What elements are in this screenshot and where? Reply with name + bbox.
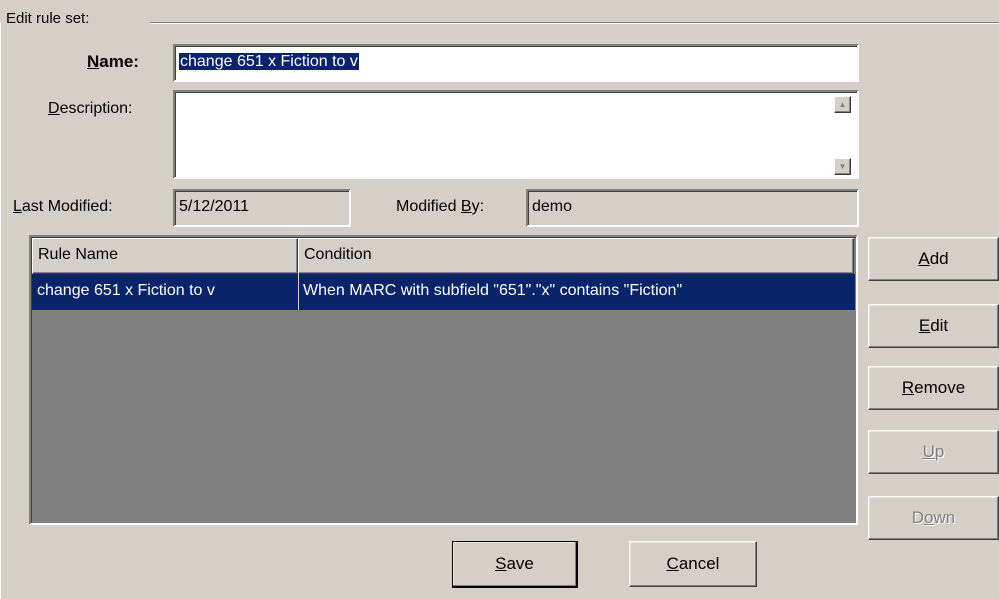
row-divider [298,274,299,310]
edit-button[interactable]: Edit [868,304,999,348]
name-label: Name: [87,52,139,71]
save-button[interactable]: Save [452,541,578,588]
down-button[interactable]: Down [868,496,999,540]
cancel-button[interactable]: Cancel [629,541,757,587]
column-header-rule-name[interactable]: Rule Name [32,238,298,274]
description-label: Description: [48,100,133,117]
rules-list[interactable]: Rule Name Condition change 651 x Fiction… [29,235,858,525]
group-box-border-top [150,22,999,24]
name-field-value: change 651 x Fiction to v [179,53,359,70]
modified-by-field: demo [526,189,859,227]
last-modified-field: 5/12/2011 [173,189,351,227]
last-modified-label: Last Modified: [13,198,113,215]
remove-button[interactable]: Remove [868,366,999,410]
scroll-up-icon[interactable]: ▲ [834,96,851,113]
modified-by-value: demo [532,198,573,215]
column-header-condition[interactable]: Condition [298,238,854,274]
cell-condition: When MARC with subfield "651"."x" contai… [303,282,683,299]
group-box-title: Edit rule set: [6,10,93,27]
add-button[interactable]: Add [868,237,999,281]
description-field[interactable]: ▲ ▼ [173,90,859,179]
group-box-border [0,22,1,599]
modified-by-label: Modified By: [396,198,485,215]
table-row[interactable]: change 651 x Fiction to v When MARC with… [32,274,855,310]
last-modified-value: 5/12/2011 [179,198,249,215]
up-button[interactable]: Up [868,430,999,474]
scroll-down-icon[interactable]: ▼ [834,158,851,175]
name-field[interactable]: change 651 x Fiction to v [173,44,859,82]
cell-rule-name: change 651 x Fiction to v [37,282,215,299]
